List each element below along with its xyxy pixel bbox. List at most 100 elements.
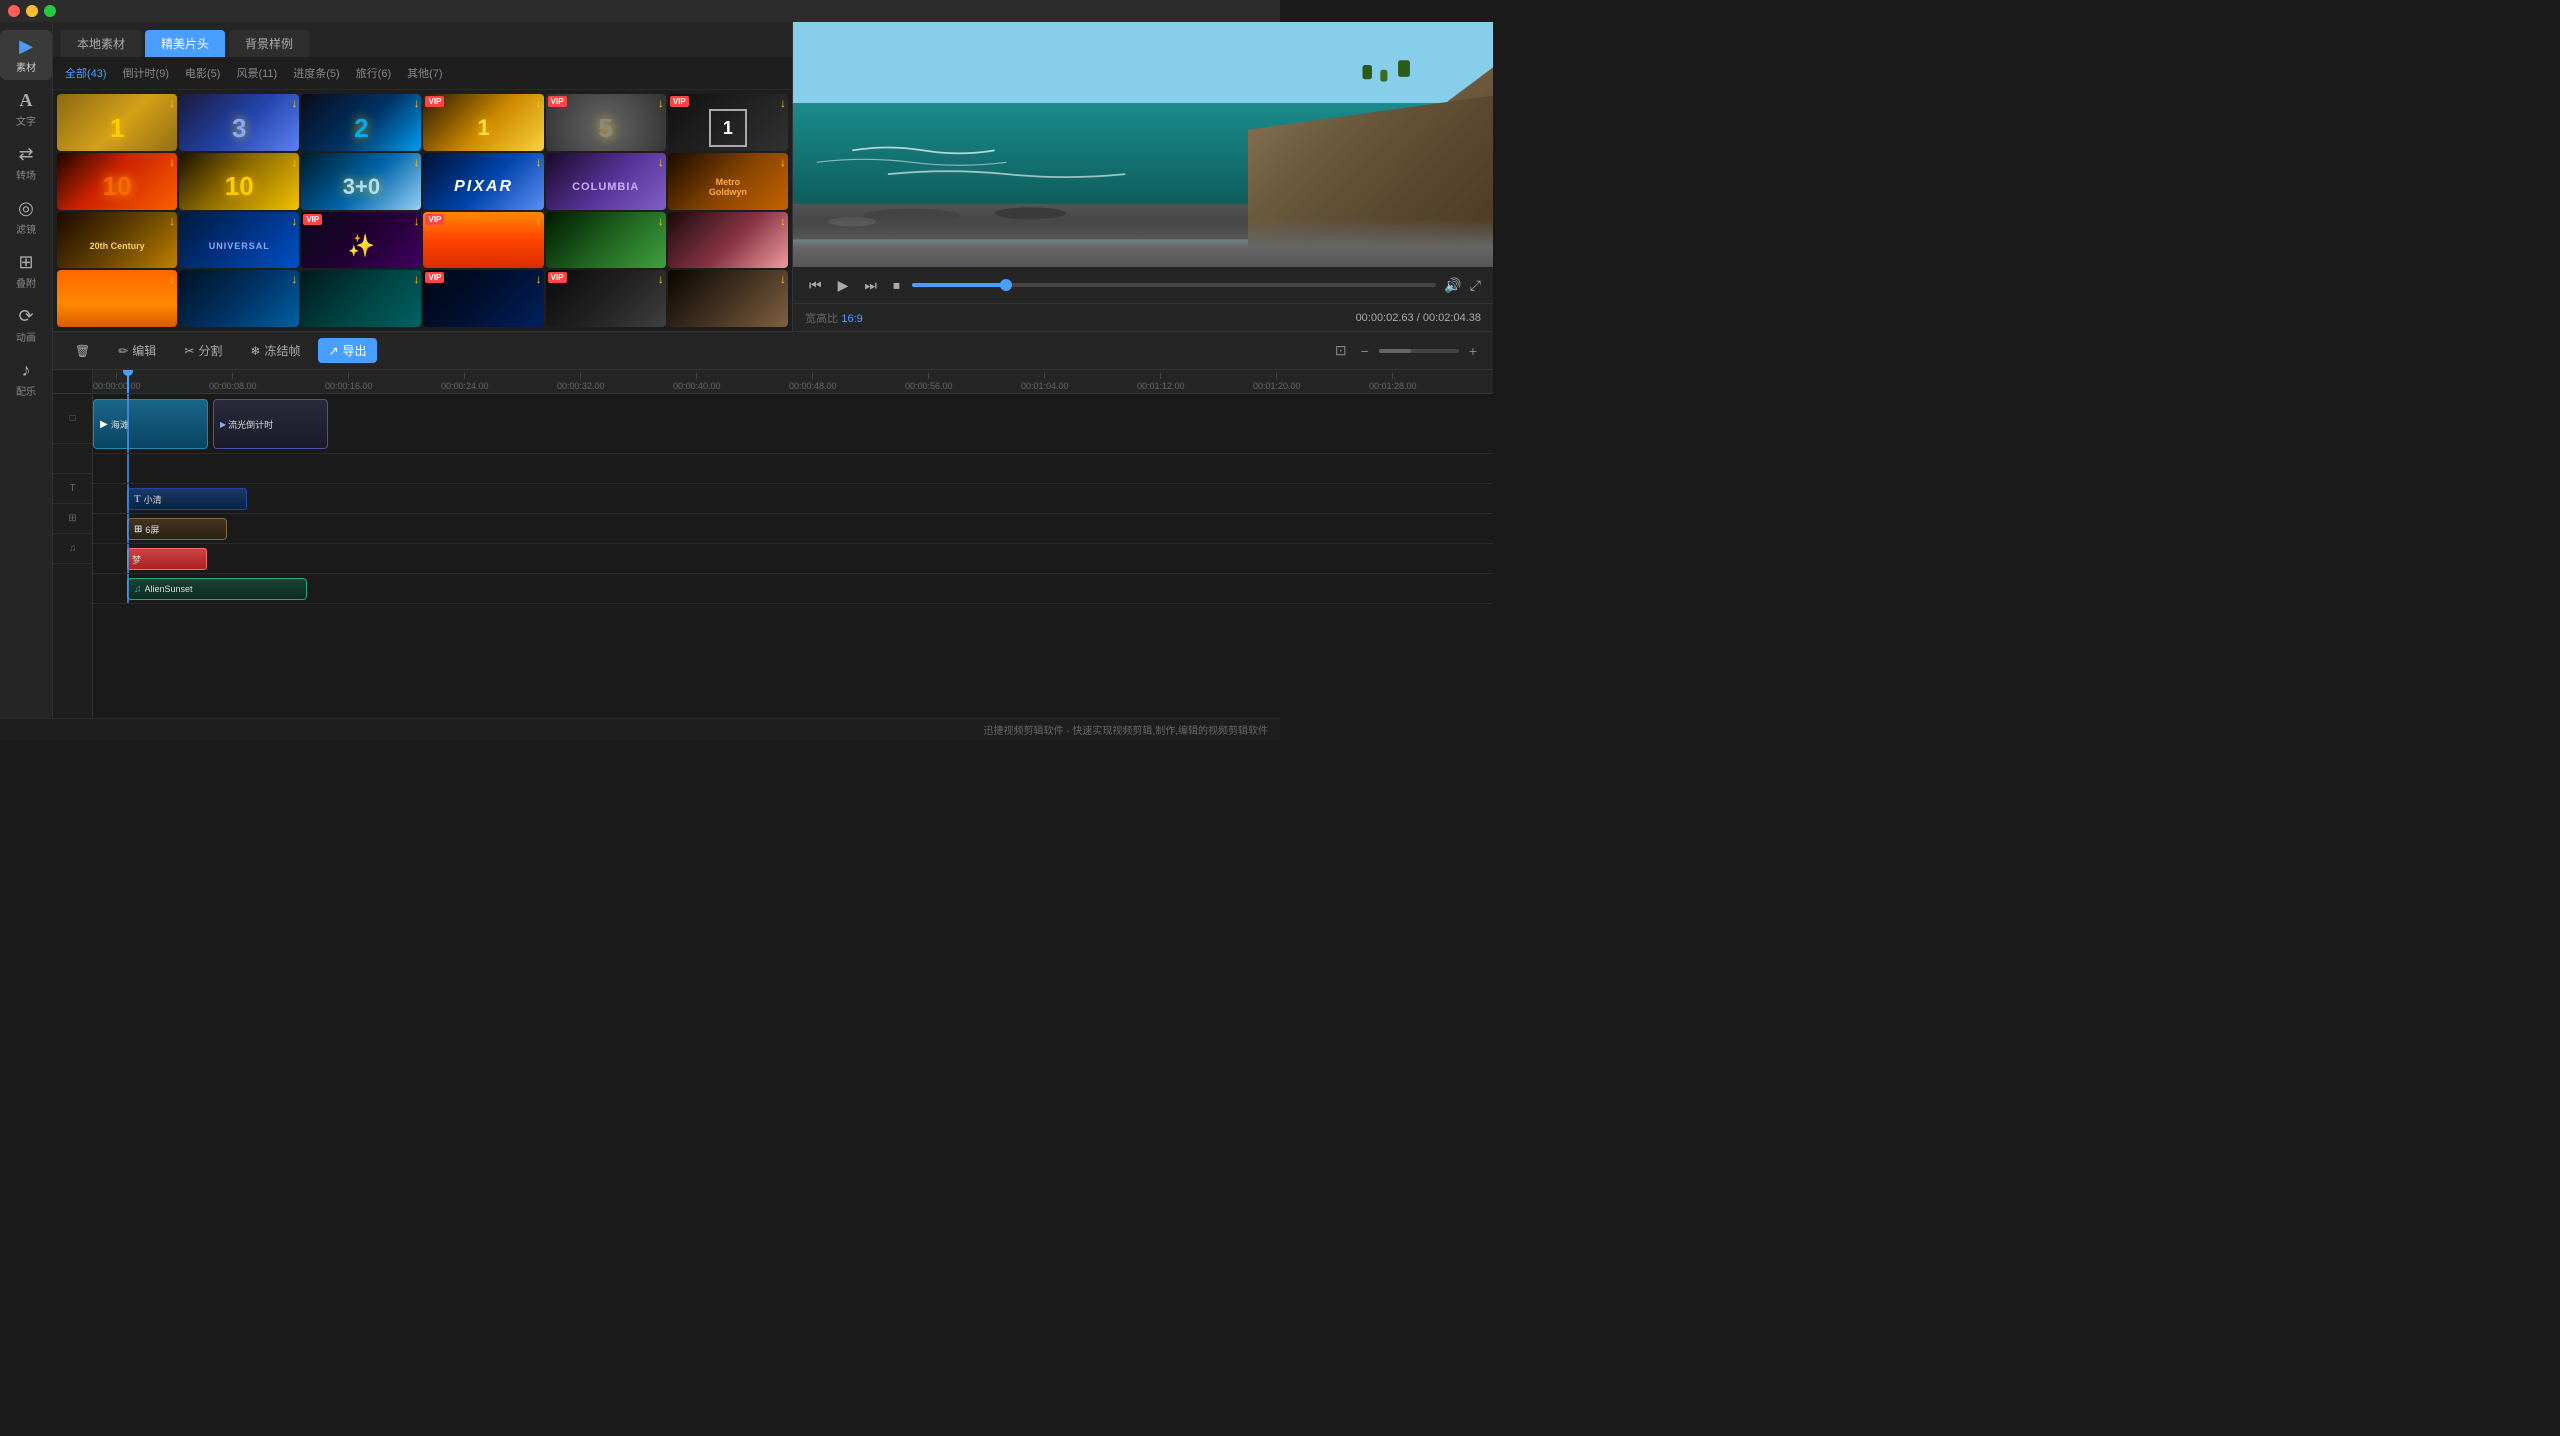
grid-item-sunset[interactable]: VIP ↓ 日落 xyxy=(423,212,543,269)
progress-bar[interactable] xyxy=(912,283,1436,287)
skip-back-button[interactable]: ⏮ xyxy=(805,275,826,296)
edit-button[interactable]: ✏ 编辑 xyxy=(108,338,166,363)
edit-icon: ✏ xyxy=(118,344,128,358)
grid-item-metal-countdown[interactable]: VIP 5 ↓ 金属圆环倒计时 xyxy=(546,94,666,151)
grid-item-metro[interactable]: MetroGoldwyn ↓ Metro Goldw xyxy=(668,153,788,210)
grid-item-pixar[interactable]: PIXAR ↓ PIXAR xyxy=(423,153,543,210)
tab-local[interactable]: 本地素材 xyxy=(61,30,141,57)
cat-countdown[interactable]: 倒计时(9) xyxy=(119,63,173,83)
maximize-button[interactable] xyxy=(44,5,56,17)
image-clip[interactable]: ⊞ 6屏 xyxy=(127,518,227,540)
status-text: 迅捷视频剪辑软件 - 快速实现视频剪辑,制作,编辑的视频剪辑软件 xyxy=(984,722,1268,737)
cat-all[interactable]: 全部(43) xyxy=(61,63,111,83)
timeline-tracks[interactable]: 00:00:00.00 00:00:08.00 00:00:16.00 xyxy=(93,370,1493,718)
grid-item-ice-countdown[interactable]: 3+0 ↓ 水与冰倒计时 xyxy=(301,153,421,210)
delete-button[interactable]: 🗑 xyxy=(65,340,100,362)
titlebar xyxy=(0,0,1280,22)
tab-featured[interactable]: 精美片头 xyxy=(145,30,225,57)
grid-item-gold-countdown[interactable]: 1 ↓ 金色光影倒计时 xyxy=(57,94,177,151)
vip-badge: VIP xyxy=(548,96,567,107)
grid-item-fire-countdown[interactable]: 10 ↓ 火焰倒计时 xyxy=(57,153,177,210)
text-clip[interactable]: T 小清 xyxy=(127,488,247,510)
download-icon: ↓ xyxy=(413,96,419,110)
export-button[interactable]: ↗ 导出 xyxy=(318,338,376,363)
download-icon: ↓ xyxy=(780,96,786,110)
sidebar-item-materials[interactable]: ▶ 素材 xyxy=(0,30,52,80)
effect-clip[interactable]: ▶ 流光倒计时 xyxy=(213,399,328,449)
grid-item-columbia[interactable]: COLUMBIA ↓ COLUMBIA xyxy=(546,153,666,210)
grid-item-tech-countdown[interactable]: 2 ↓ 科技感倒计时 xyxy=(301,94,421,151)
ratio-info: 宽高比 16:9 xyxy=(805,310,863,326)
zoom-in-button[interactable]: + xyxy=(1465,341,1481,361)
audio-clip-icon: ♫ xyxy=(134,584,142,595)
download-icon: ↓ xyxy=(536,155,542,169)
zoom-out-button[interactable]: − xyxy=(1357,341,1373,361)
media-browser: 本地素材 精美片头 背景样例 全部(43) 倒计时(9) 电影(5) 风景(11… xyxy=(53,22,793,331)
audio-clip[interactable]: ♫ AlienSunset xyxy=(127,578,307,600)
download-icon: ↓ xyxy=(658,272,664,286)
grid-item-electric-countdown[interactable]: 3 ↓ 电流倒计时 xyxy=(179,94,299,151)
download-icon: ↓ xyxy=(658,214,664,228)
beach-clip[interactable]: ▶ 海滩 xyxy=(93,399,208,449)
grid-item-dogcat[interactable]: ↓ 人与狗狗 xyxy=(668,270,788,327)
grid-item-fox[interactable]: 20th Century ↓ 20th Century xyxy=(57,212,177,269)
cat-travel[interactable]: 旅行(6) xyxy=(352,63,395,83)
grid-item-slate-countdown[interactable]: VIP 1 ↓ 场记板倒计时 xyxy=(668,94,788,151)
progress-dot xyxy=(1000,279,1012,291)
fit-button[interactable]: ⊡ xyxy=(1331,340,1351,361)
ruler-mark-9: 00:01:12.00 xyxy=(1137,373,1185,391)
preview-panel: ⏮ ▶ ⏭ ⏹ 🔊 ⤢ 宽高比 16:9 xyxy=(793,22,1493,331)
materials-icon: ▶ xyxy=(19,36,33,57)
track-label-image: ⊞ xyxy=(53,504,92,534)
close-button[interactable] xyxy=(8,5,20,17)
download-icon: ↓ xyxy=(169,155,175,169)
freeze-button[interactable]: ❄ 冻结帧 xyxy=(240,338,310,363)
track-label-music: ♫ xyxy=(53,534,92,564)
text-icon: A xyxy=(20,90,33,111)
grid-item-universal[interactable]: UNIVERSAL ↓ UNIVERSAL xyxy=(179,212,299,269)
sidebar-item-overlay[interactable]: ⊞ 叠附 xyxy=(0,246,52,296)
minimize-button[interactable] xyxy=(26,5,38,17)
download-icon: ↓ xyxy=(413,214,419,228)
grid-item-beach[interactable]: ↓ 海滩 xyxy=(179,270,299,327)
tabs-bar: 本地素材 精美片头 背景样例 xyxy=(53,22,792,57)
clip-video-icon: ▶ xyxy=(100,419,108,430)
grid-item-city[interactable]: VIP ↓ 城市 xyxy=(546,270,666,327)
sidebar-item-animation[interactable]: ⟳ 动画 xyxy=(0,300,52,350)
split-button[interactable]: ✂ 分割 xyxy=(174,338,232,363)
grid-item-nature[interactable]: ↓ 自然 xyxy=(546,212,666,269)
preview-video xyxy=(793,22,1493,267)
skip-forward-button[interactable]: ⏭ xyxy=(860,275,881,296)
grid-item-sakura[interactable]: ↓ 樱花 xyxy=(668,212,788,269)
sidebar-item-transition[interactable]: ⇄ 转场 xyxy=(0,138,52,188)
track-label-text: T xyxy=(53,474,92,504)
cat-scenery[interactable]: 风景(11) xyxy=(232,63,281,83)
image-clip-icon: ⊞ xyxy=(134,524,142,535)
ruler-mark-7: 00:00:56.00 xyxy=(905,373,953,391)
expand-icon[interactable]: ⤢ xyxy=(1470,277,1481,294)
sidebar-item-filter[interactable]: ◎ 滤镜 xyxy=(0,192,52,242)
tab-bg[interactable]: 背景样例 xyxy=(229,30,309,57)
cat-progress[interactable]: 进度条(5) xyxy=(289,63,343,83)
grid-item-fireworks[interactable]: VIP ✨ ↓ 烟花 xyxy=(301,212,421,269)
cat-movie[interactable]: 电影(5) xyxy=(181,63,224,83)
main-content: 本地素材 精美片头 背景样例 全部(43) 倒计时(9) 电影(5) 风景(11… xyxy=(53,22,1493,718)
grid-item-evening[interactable]: ↓ 夕阳 xyxy=(57,270,177,327)
freeze-label: 冻结帧 xyxy=(264,342,300,359)
image2-track: 梦 xyxy=(93,544,1493,574)
grid-item-light-countdown[interactable]: VIP 1 ↓ 流光倒计时 xyxy=(423,94,543,151)
dream-clip[interactable]: 梦 xyxy=(127,548,207,570)
sidebar-item-text[interactable]: A 文字 xyxy=(0,84,52,134)
stop-button[interactable]: ⏹ xyxy=(889,275,904,296)
grid-item-weld-countdown[interactable]: 10 ↓ 电焊倒计时 xyxy=(179,153,299,210)
play-button[interactable]: ▶ xyxy=(834,275,853,296)
cat-other[interactable]: 其他(7) xyxy=(403,63,446,83)
volume-icon[interactable]: 🔊 xyxy=(1444,277,1461,294)
sidebar-item-music[interactable]: ♪ 配乐 xyxy=(0,354,52,404)
ruler-label xyxy=(53,370,92,394)
grid-item-island[interactable]: ↓ 海岛 xyxy=(301,270,421,327)
download-icon: ↓ xyxy=(658,96,664,110)
media-grid: 1 ↓ 金色光影倒计时 3 ↓ 电流倒计时 xyxy=(53,90,792,331)
zoom-slider[interactable] xyxy=(1379,349,1459,353)
grid-item-citynight[interactable]: VIP ↓ 城市夜景 xyxy=(423,270,543,327)
